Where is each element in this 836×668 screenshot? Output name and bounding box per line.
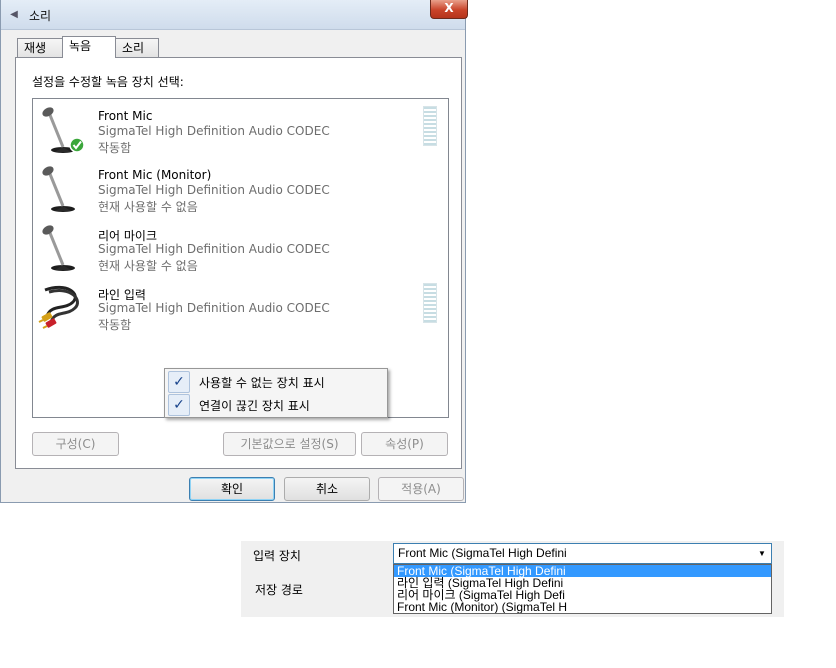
save-path-label: 저장 경로 bbox=[255, 583, 303, 597]
set-default-button[interactable]: 기본값으로 설정(S) bbox=[223, 432, 356, 456]
speaker-icon: ◀ bbox=[10, 9, 18, 20]
window-title: 소리 bbox=[29, 9, 52, 23]
device-name: Front Mic bbox=[98, 109, 153, 123]
microphone-icon bbox=[42, 166, 75, 212]
menu-item-label: 사용할 수 없는 장치 표시 bbox=[199, 376, 325, 390]
dropdown-option-front-mic-monitor[interactable]: Front Mic (Monitor) (SigmaTel H bbox=[394, 601, 771, 613]
ok-button[interactable]: 확인 bbox=[189, 477, 275, 501]
menu-item-label: 연결이 끊긴 장치 표시 bbox=[199, 399, 310, 413]
tab-recording[interactable]: 녹음 bbox=[62, 36, 116, 58]
cancel-button[interactable]: 취소 bbox=[284, 477, 370, 501]
input-device-label: 입력 장치 bbox=[253, 549, 301, 563]
rca-cable-icon bbox=[38, 285, 79, 329]
configure-button[interactable]: 구성(C) bbox=[32, 432, 119, 456]
device-item-line-in[interactable]: 라인 입력 SigmaTel High Definition Audio COD… bbox=[33, 276, 448, 335]
sound-dialog: ◀ 소리 X 재생 녹음 소리 설정을 수정할 녹음 장치 선택: Front … bbox=[0, 0, 468, 503]
device-driver: SigmaTel High Definition Audio CODEC bbox=[98, 183, 330, 197]
recording-settings-panel: 입력 장치 저장 경로 Front Mic (SigmaTel High Def… bbox=[241, 541, 784, 617]
dropdown-arrow-icon[interactable]: ▼ bbox=[756, 548, 768, 560]
context-menu: ✓ 사용할 수 없는 장치 표시 ✓ 연결이 끊긴 장치 표시 bbox=[164, 368, 388, 418]
device-item-rear-mic[interactable]: 리어 마이크 SigmaTel High Definition Audio CO… bbox=[33, 217, 448, 276]
device-status: 현재 사용할 수 없음 bbox=[98, 259, 198, 273]
apply-button[interactable]: 적용(A) bbox=[378, 477, 464, 501]
tab-sounds[interactable]: 소리 bbox=[115, 38, 159, 58]
input-device-select[interactable]: Front Mic (SigmaTel High Defini ▼ bbox=[393, 543, 772, 564]
checkmark-icon: ✓ bbox=[168, 371, 190, 393]
device-driver: SigmaTel High Definition Audio CODEC bbox=[98, 242, 330, 256]
default-check-icon bbox=[69, 137, 85, 153]
selected-device-value: Front Mic (SigmaTel High Defini bbox=[398, 546, 567, 560]
device-status: 작동함 bbox=[98, 318, 132, 332]
microphone-icon bbox=[42, 107, 85, 153]
device-item-front-mic-monitor[interactable]: Front Mic (Monitor) SigmaTel High Defini… bbox=[33, 158, 448, 217]
microphone-icon bbox=[42, 225, 75, 271]
tab-playback[interactable]: 재생 bbox=[17, 38, 63, 58]
title-bar[interactable]: ◀ 소리 X bbox=[1, 0, 468, 30]
device-item-front-mic[interactable]: Front Mic SigmaTel High Definition Audio… bbox=[33, 99, 448, 158]
device-status: 작동함 bbox=[98, 141, 132, 155]
menu-item-show-disabled-devices[interactable]: ✓ 사용할 수 없는 장치 표시 bbox=[168, 371, 384, 393]
checkmark-icon: ✓ bbox=[168, 394, 190, 416]
menu-item-show-disconnected-devices[interactable]: ✓ 연결이 끊긴 장치 표시 bbox=[168, 394, 384, 416]
device-name: Front Mic (Monitor) bbox=[98, 168, 212, 182]
close-button[interactable]: X bbox=[430, 0, 468, 19]
device-status: 현재 사용할 수 없음 bbox=[98, 200, 198, 214]
device-driver: SigmaTel High Definition Audio CODEC bbox=[98, 301, 330, 315]
instruction-text: 설정을 수정할 녹음 장치 선택: bbox=[32, 75, 184, 89]
device-driver: SigmaTel High Definition Audio CODEC bbox=[98, 124, 330, 138]
recording-tab-panel: 설정을 수정할 녹음 장치 선택: Front Mic SigmaTel Hig… bbox=[15, 57, 462, 469]
input-device-dropdown-list[interactable]: Front Mic (SigmaTel High Defini 라인 입력 (S… bbox=[393, 564, 772, 614]
properties-button[interactable]: 속성(P) bbox=[361, 432, 448, 456]
recording-device-list[interactable]: Front Mic SigmaTel High Definition Audio… bbox=[32, 98, 449, 418]
level-meter bbox=[423, 106, 437, 146]
level-meter bbox=[423, 283, 437, 323]
